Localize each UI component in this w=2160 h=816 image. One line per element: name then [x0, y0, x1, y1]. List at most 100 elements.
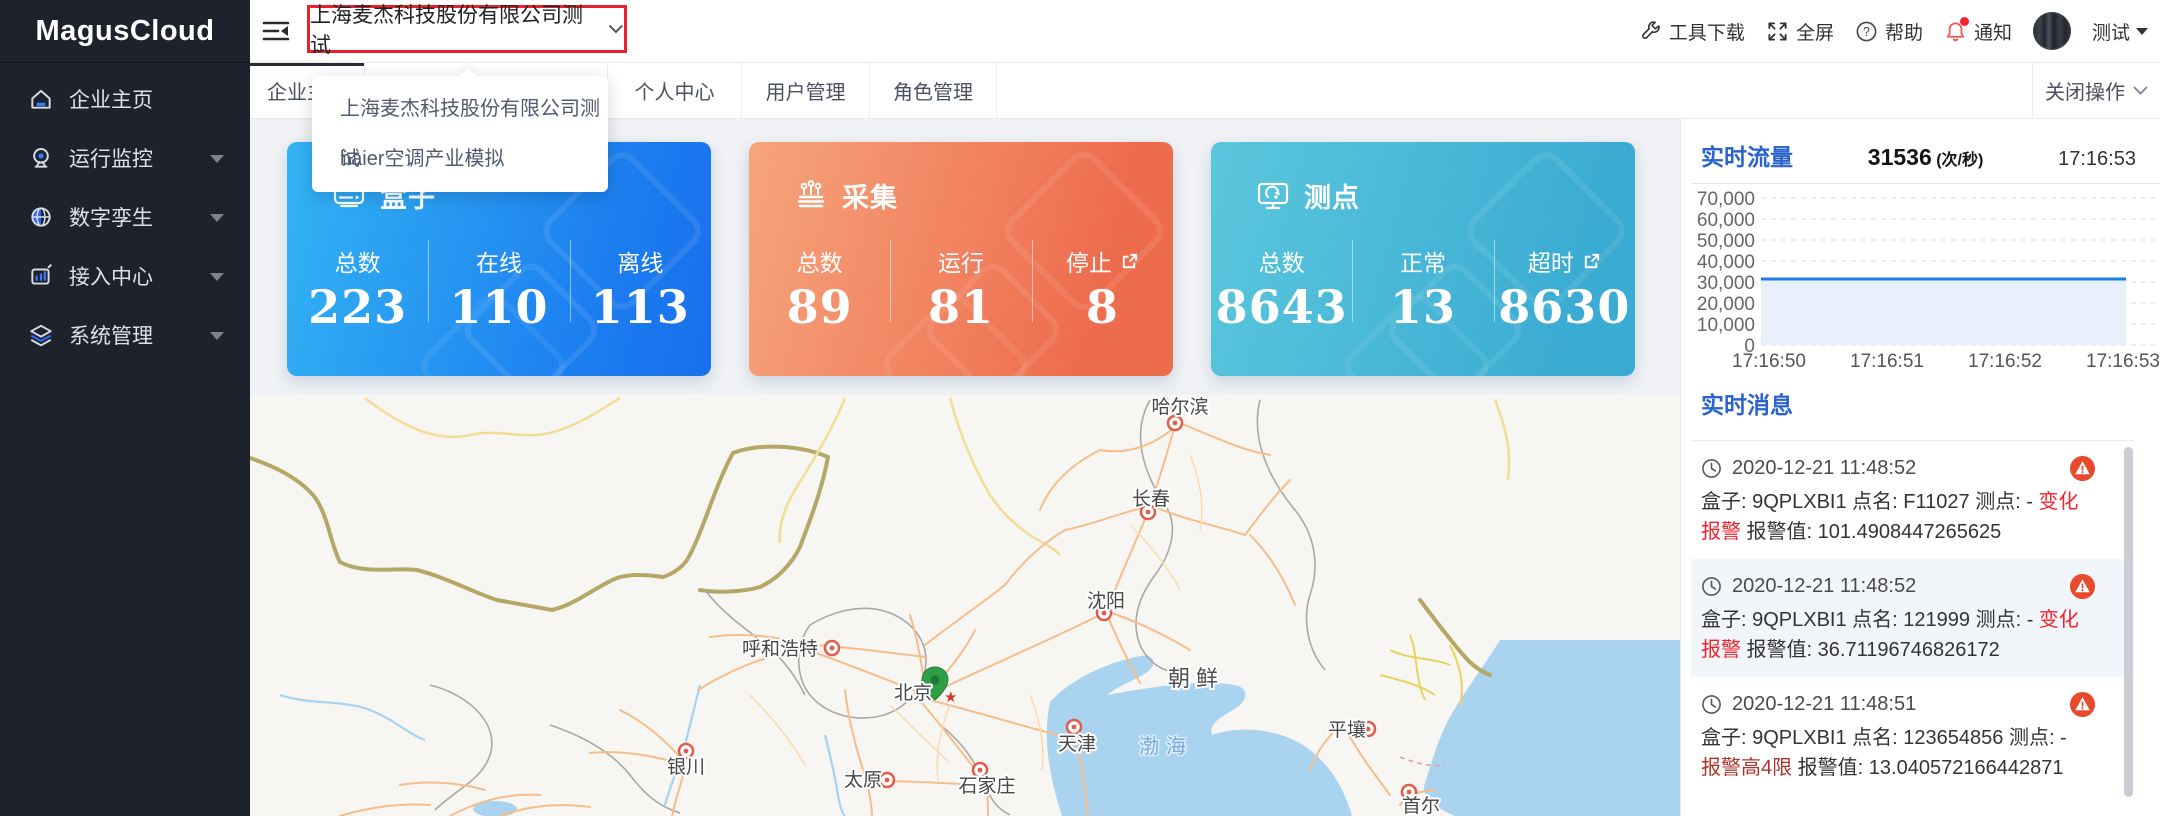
map-label-shenyang: 沈阳 — [1087, 590, 1125, 612]
message-time: 2020-12-21 11:48:51 — [1732, 693, 1917, 715]
point-icon — [1257, 182, 1289, 209]
china-map[interactable]: ★ 哈尔滨 长春 沈阳 呼和浩特 北京 天津 石家庄 太原 银川 朝鲜 平壤 首… — [250, 395, 1680, 816]
card-header: 测点 — [1255, 176, 1360, 215]
org-dropdown-menu: 上海麦杰科技股份有限公司测试 haier空调产业模拟 — [312, 76, 608, 192]
stat-total: 总数 89 — [786, 250, 853, 334]
chart-area-fill — [1761, 279, 2126, 345]
bell-icon — [1944, 16, 1969, 43]
korea-boundaries — [1379, 634, 1463, 706]
caret-down-icon — [2136, 27, 2148, 35]
map-label-yinchuan: 银川 — [667, 756, 705, 778]
x-tick: 17:16:53 — [2086, 351, 2160, 370]
x-tick: 17:16:50 — [1732, 351, 1806, 370]
layers-icon — [28, 322, 54, 348]
y-tick: 10,000 — [1697, 315, 1755, 336]
city-marker — [878, 771, 896, 789]
map-label-shijiazhuang: 石家庄 — [958, 775, 1015, 797]
close-operations-dropdown[interactable]: 关闭操作 — [2032, 62, 2160, 118]
y-tick: 50,000 — [1697, 231, 1755, 252]
notification-dot — [1959, 16, 1969, 26]
map-label-bohai-sea: 渤海 — [1139, 735, 1193, 758]
external-link-icon — [1122, 253, 1137, 268]
stat-stopped-link[interactable]: 停止 8 — [1031, 234, 1173, 366]
map-label-pyongyang: 平壤 — [1328, 719, 1366, 741]
external-link-icon — [1584, 253, 1599, 268]
sidebar-item-run-monitor[interactable]: 运行监控 — [0, 128, 250, 187]
chevron-down-icon — [2133, 85, 2148, 95]
stat-normal: 正常 13 — [1352, 234, 1493, 366]
tab-role-management[interactable]: 角色管理 — [870, 62, 997, 118]
help-button[interactable]: ? 帮助 — [1855, 18, 1923, 45]
map-label-seoul: 首尔 — [1402, 795, 1440, 816]
message-list[interactable]: 2020-12-21 11:48:52 盒子: 9QPLXBI1 点名: F11… — [1691, 440, 2134, 816]
stat-timeout-link[interactable]: 超时 8630 — [1493, 234, 1635, 366]
message-time: 2020-12-21 11:48:52 — [1732, 575, 1917, 597]
stat-total: 总数 223 — [308, 250, 408, 334]
sidebar-item-access-center[interactable]: 接入中心 — [0, 246, 250, 305]
notifications-button[interactable]: 通知 — [1944, 16, 2012, 45]
chevron-down-icon — [210, 154, 224, 163]
city-marker — [823, 639, 841, 657]
help-icon: ? — [1855, 20, 1878, 43]
sidebar-nav: 企业主页 运行监控 数字孪生 接入中心 系统管理 — [0, 63, 250, 364]
message-body: 盒子: 9QPLXBI1 点名: 123654856 测点: - 报警高4限 报… — [1701, 727, 2067, 779]
chevron-down-icon — [210, 331, 224, 340]
map-label-beijing: 北京 — [894, 682, 932, 704]
realtime-flow-time: 17:16:53 — [2058, 148, 2136, 170]
realtime-flow-header: 实时流量 31536 (次/秒) 17:16:53 — [1701, 138, 2136, 172]
stat-offline: 离线 113 — [569, 234, 711, 366]
sidebar: MagusCloud 企业主页 运行监控 数字孪生 接入中心 系统管理 — [0, 0, 250, 816]
message-item: 2020-12-21 11:48:51 盒子: 9QPLXBI1 点名: 123… — [1691, 677, 2134, 795]
message-time: 2020-12-21 11:48:52 — [1732, 457, 1917, 479]
menu-fold-icon[interactable] — [262, 19, 290, 43]
header-actions: 工具下载 全屏 ? 帮助 通知 测试 — [1639, 0, 2148, 62]
org-option-shmj[interactable]: 上海麦杰科技股份有限公司测试 — [312, 84, 608, 170]
map-label-north-korea: 朝鲜 — [1168, 666, 1224, 691]
capital-star-icon: ★ — [944, 689, 957, 706]
alarm-type: 报警高4限 — [1701, 757, 1793, 779]
sidebar-item-label: 数字孪生 — [69, 206, 153, 230]
fullscreen-button[interactable]: 全屏 — [1766, 18, 1834, 45]
map-label-tianjin: 天津 — [1058, 733, 1096, 755]
map-label-changchun: 长春 — [1132, 488, 1170, 510]
sidebar-item-digital-twin[interactable]: 数字孪生 — [0, 187, 250, 246]
x-tick: 17:16:52 — [1968, 351, 2042, 370]
message-body: 盒子: 9QPLXBI1 点名: 121999 测点: - 变化报警 报警值: … — [1701, 609, 2079, 661]
yellow-sea — [1424, 640, 1680, 816]
home-icon — [28, 86, 54, 112]
stat-card-collector: 采集 总数 89 运行 81 停止 8 — [749, 142, 1173, 376]
stat-card-points: 测点 总数 8643 正常 13 超时 8630 — [1211, 142, 1635, 376]
message-item: 2020-12-21 11:48:52 盒子: 9QPLXBI1 点名: 121… — [1691, 559, 2134, 677]
tools-download-button[interactable]: 工具下载 — [1639, 18, 1745, 45]
clock-icon — [1702, 458, 1721, 478]
y-tick: 40,000 — [1697, 252, 1755, 273]
org-selector[interactable]: 上海麦杰科技股份有限公司测试 — [307, 4, 627, 57]
avatar[interactable] — [2032, 12, 2071, 50]
sidebar-item-enterprise-home[interactable]: 企业主页 — [0, 69, 250, 128]
map-label-harbin: 哈尔滨 — [1151, 396, 1208, 418]
chevron-down-icon — [210, 213, 224, 222]
sidebar-item-system-management[interactable]: 系统管理 — [0, 305, 250, 364]
user-name: 测试 — [2091, 22, 2130, 44]
card-title: 测点 — [1304, 183, 1360, 213]
sidebar-item-label: 系统管理 — [69, 324, 153, 348]
user-menu[interactable]: 测试 — [2092, 18, 2148, 45]
magus-cloud-dashboard: MagusCloud 企业主页 运行监控 数字孪生 接入中心 系统管理 上海麦杰… — [0, 0, 2160, 816]
card-stats: 总数 223 在线 110 离线 113 — [287, 234, 711, 366]
alarm-badge-icon — [2069, 455, 2096, 482]
stat-running: 运行 81 — [890, 234, 1031, 366]
app-logo: MagusCloud — [0, 0, 250, 63]
realtime-flow-chart: 70,000 60,000 50,000 40,000 30,000 20,00… — [1697, 189, 2160, 370]
right-panel: 实时流量 31536 (次/秒) 17:16:53 70,000 60,000 … — [1680, 118, 2160, 816]
scrollbar-thumb[interactable] — [2124, 447, 2133, 797]
map-label-hohhot: 呼和浩特 — [742, 638, 818, 660]
realtime-flow-value: 31536 (次/秒) — [1867, 144, 1984, 170]
city-marker — [677, 742, 695, 760]
national-border — [250, 444, 1492, 677]
org-option-haier[interactable]: haier空调产业模拟 — [312, 134, 608, 184]
stat-total: 总数 8643 — [1215, 250, 1348, 334]
tab-personal-center[interactable]: 个人中心 — [607, 62, 742, 118]
tab-user-management[interactable]: 用户管理 — [742, 62, 870, 118]
stat-online: 在线 110 — [428, 234, 569, 366]
chevron-down-icon — [210, 272, 224, 281]
